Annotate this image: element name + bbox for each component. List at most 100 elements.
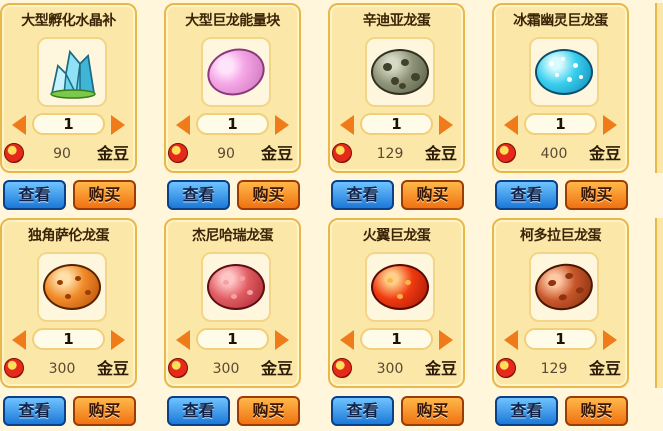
gray-spotted-egg-icon [371, 49, 429, 95]
pink-energy-stone-icon [202, 42, 270, 102]
item-name: 杰尼哈瑞龙蛋 [192, 228, 274, 244]
view-button[interactable]: 查看 [167, 396, 230, 426]
quantity-input[interactable]: 1 [32, 328, 105, 350]
quantity-selector: 1 [494, 328, 627, 352]
next-card-edge [655, 3, 663, 173]
shop-item-card: 杰尼哈瑞龙蛋 1 300 金豆 [164, 218, 301, 388]
item-image-frame[interactable] [201, 252, 271, 322]
increase-quantity-arrow-icon[interactable] [439, 330, 453, 350]
item-name: 冰霜幽灵巨龙蛋 [513, 13, 608, 29]
increase-quantity-arrow-icon[interactable] [275, 115, 289, 135]
shop-grid: 大型孵化水晶补 1 90 金豆 查看 购买 大型巨龙能量块 1 90 金豆 查看… [0, 0, 663, 431]
decrease-quantity-arrow-icon[interactable] [340, 115, 354, 135]
quantity-selector: 1 [494, 113, 627, 137]
price-row: 129 金豆 [330, 142, 463, 166]
decrease-quantity-arrow-icon[interactable] [176, 330, 190, 350]
price-value: 90 [217, 146, 235, 162]
buy-button[interactable]: 购买 [565, 180, 628, 210]
quantity-input[interactable]: 1 [196, 113, 269, 135]
quantity-selector: 1 [2, 113, 135, 137]
buy-button[interactable]: 购买 [401, 396, 464, 426]
currency-label: 金豆 [96, 359, 129, 378]
gold-bean-coin-icon [496, 143, 516, 163]
item-name: 辛迪亚龙蛋 [362, 13, 431, 29]
item-image-frame[interactable] [529, 37, 599, 107]
currency-label: 金豆 [260, 144, 293, 163]
quantity-input[interactable]: 1 [524, 328, 597, 350]
brown-spotted-egg-icon [531, 259, 597, 315]
quantity-selector: 1 [2, 328, 135, 352]
item-image-frame[interactable] [201, 37, 271, 107]
view-button[interactable]: 查看 [167, 180, 230, 210]
price-value: 300 [48, 361, 76, 377]
gold-bean-coin-icon [168, 358, 188, 378]
price-row: 90 金豆 [166, 142, 299, 166]
view-button[interactable]: 查看 [331, 180, 394, 210]
gold-bean-coin-icon [168, 143, 188, 163]
quantity-selector: 1 [330, 113, 463, 137]
increase-quantity-arrow-icon[interactable] [111, 115, 125, 135]
next-card-edge [655, 218, 663, 388]
fire-red-egg-icon [371, 264, 429, 310]
decrease-quantity-arrow-icon[interactable] [504, 330, 518, 350]
increase-quantity-arrow-icon[interactable] [439, 115, 453, 135]
shop-item-card: 大型巨龙能量块 1 90 金豆 [164, 3, 301, 173]
quantity-input[interactable]: 1 [524, 113, 597, 135]
item-image-frame[interactable] [365, 37, 435, 107]
currency-label: 金豆 [96, 144, 129, 163]
increase-quantity-arrow-icon[interactable] [603, 115, 617, 135]
item-image-frame[interactable] [37, 37, 107, 107]
quantity-selector: 1 [166, 328, 299, 352]
buy-button[interactable]: 购买 [73, 180, 136, 210]
shop-item-card: 独角萨伦龙蛋 1 300 金豆 [0, 218, 137, 388]
quantity-input[interactable]: 1 [32, 113, 105, 135]
price-value: 400 [540, 146, 568, 162]
buy-button[interactable]: 购买 [237, 396, 300, 426]
shop-item-card: 柯多拉巨龙蛋 1 129 金豆 [492, 218, 629, 388]
quantity-input[interactable]: 1 [360, 113, 433, 135]
quantity-selector: 1 [166, 113, 299, 137]
price-row: 300 金豆 [330, 357, 463, 381]
price-value: 300 [212, 361, 240, 377]
view-button[interactable]: 查看 [3, 180, 66, 210]
buy-button[interactable]: 购买 [401, 180, 464, 210]
price-row: 300 金豆 [2, 357, 135, 381]
quantity-input[interactable]: 1 [360, 328, 433, 350]
gold-bean-coin-icon [332, 143, 352, 163]
price-row: 129 金豆 [494, 357, 627, 381]
quantity-input[interactable]: 1 [196, 328, 269, 350]
view-button[interactable]: 查看 [495, 396, 558, 426]
decrease-quantity-arrow-icon[interactable] [176, 115, 190, 135]
price-row: 400 金豆 [494, 142, 627, 166]
gold-bean-coin-icon [332, 358, 352, 378]
increase-quantity-arrow-icon[interactable] [111, 330, 125, 350]
gold-bean-coin-icon [4, 358, 24, 378]
decrease-quantity-arrow-icon[interactable] [504, 115, 518, 135]
buy-button[interactable]: 购买 [73, 396, 136, 426]
orange-spotted-egg-icon [43, 264, 101, 310]
currency-label: 金豆 [424, 144, 457, 163]
view-button[interactable]: 查看 [3, 396, 66, 426]
item-name: 大型巨龙能量块 [185, 13, 280, 29]
item-image-frame[interactable] [37, 252, 107, 322]
decrease-quantity-arrow-icon[interactable] [12, 115, 26, 135]
price-value: 90 [53, 146, 71, 162]
increase-quantity-arrow-icon[interactable] [603, 330, 617, 350]
currency-label: 金豆 [588, 144, 621, 163]
decrease-quantity-arrow-icon[interactable] [340, 330, 354, 350]
currency-label: 金豆 [588, 359, 621, 378]
cyan-spotted-egg-icon [535, 49, 593, 95]
item-image-frame[interactable] [529, 252, 599, 322]
increase-quantity-arrow-icon[interactable] [275, 330, 289, 350]
buy-button[interactable]: 购买 [237, 180, 300, 210]
view-button[interactable]: 查看 [495, 180, 558, 210]
buy-button[interactable]: 购买 [565, 396, 628, 426]
price-value: 129 [540, 361, 568, 377]
shop-item-card: 冰霜幽灵巨龙蛋 1 400 金豆 [492, 3, 629, 173]
item-image-frame[interactable] [365, 252, 435, 322]
decrease-quantity-arrow-icon[interactable] [12, 330, 26, 350]
currency-label: 金豆 [260, 359, 293, 378]
view-button[interactable]: 查看 [331, 396, 394, 426]
quantity-selector: 1 [330, 328, 463, 352]
item-name: 火翼巨龙蛋 [362, 228, 431, 244]
